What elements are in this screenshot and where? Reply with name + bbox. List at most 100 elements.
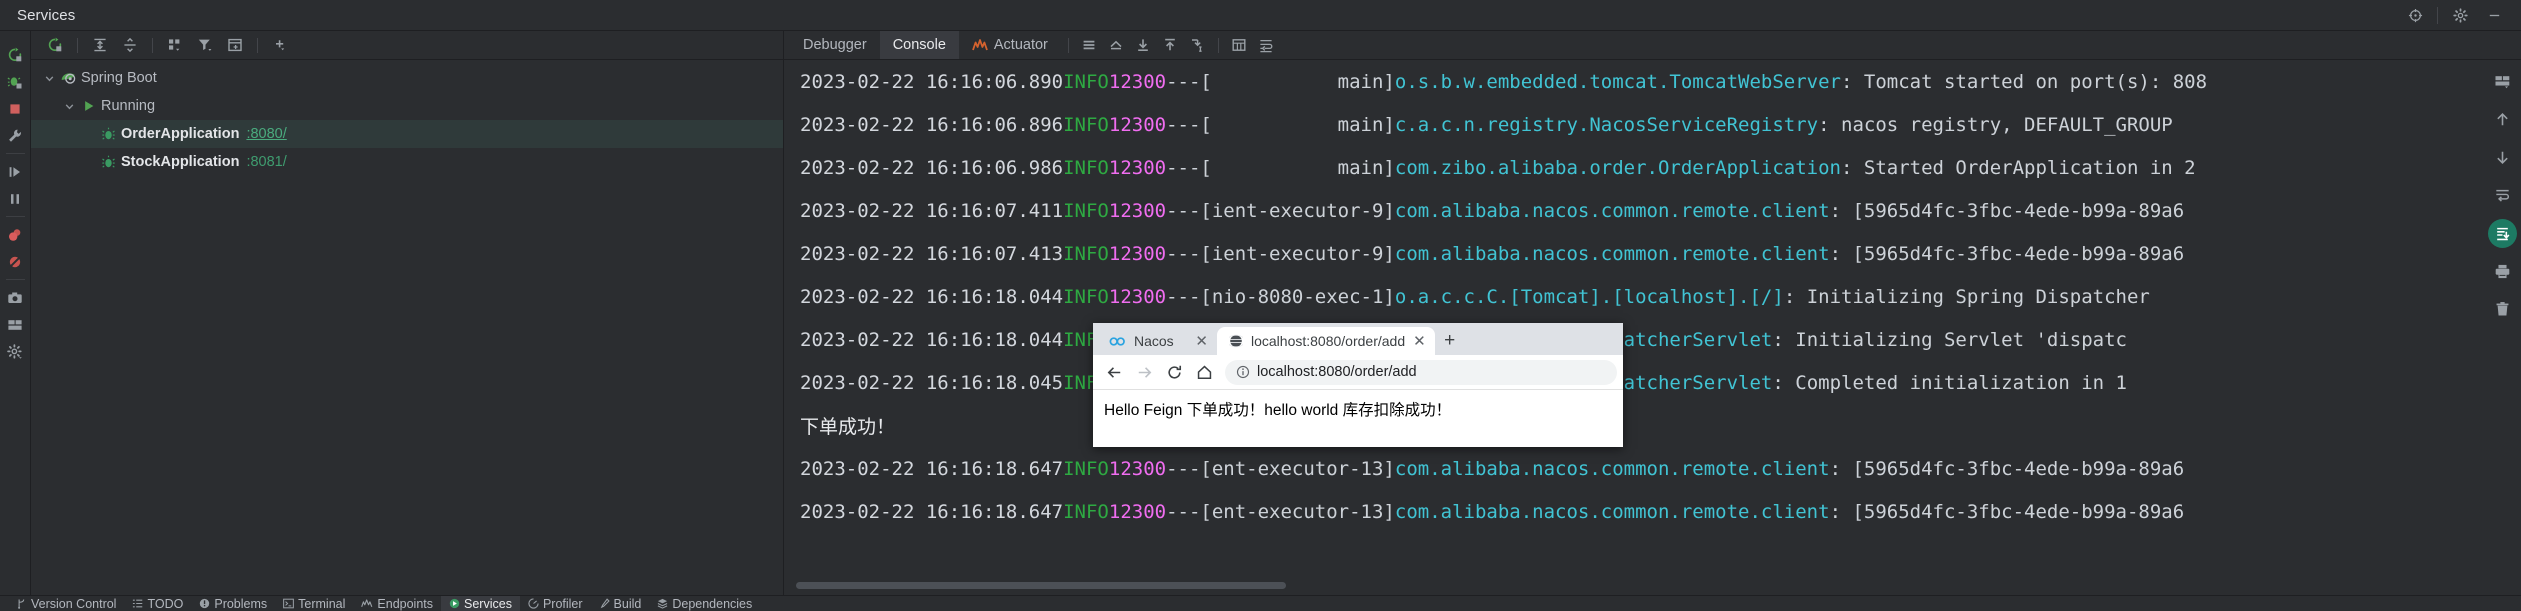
actuator-icon (972, 38, 988, 52)
toolbar-divider (152, 37, 153, 53)
status-bar-item-build[interactable]: Build (591, 596, 650, 611)
rail-divider (5, 216, 25, 217)
console-log-line: 2023-02-22 16:16:06.896 INFO 12300 --- [… (784, 103, 2484, 146)
service-tree-row-label: OrderApplication (121, 126, 240, 142)
status-bar-item-terminal[interactable]: Terminal (275, 596, 353, 611)
filter-icon[interactable] (191, 33, 219, 58)
tab-console[interactable]: Console (879, 31, 959, 59)
console-log-message: : [5965d4fc-3fbc-4ede-b99a-89a6 (1829, 500, 2185, 523)
scrollbar-thumb[interactable] (796, 582, 1286, 589)
service-tree-row-label: StockApplication (121, 154, 240, 170)
tab-actuator[interactable]: Actuator (959, 31, 1061, 59)
close-icon[interactable]: ✕ (1195, 332, 1208, 350)
service-tree-row[interactable]: OrderApplication :8080/ (31, 120, 783, 148)
tab-debugger[interactable]: Debugger (790, 31, 880, 59)
console-log-text: 下单成功！ (800, 416, 896, 438)
soft-wrap-lines-icon[interactable] (2484, 176, 2521, 214)
close-icon[interactable]: ✕ (1413, 332, 1426, 350)
console-log-timestamp: 2023-02-22 16:16:06.896 (800, 113, 1064, 136)
rerun-icon[interactable] (0, 41, 31, 68)
target-icon[interactable] (2398, 0, 2432, 31)
evaluate-table-icon[interactable] (1226, 31, 1253, 59)
back-icon[interactable] (1099, 357, 1129, 387)
chevron-down-icon[interactable] (41, 73, 58, 84)
rerun-service-icon[interactable] (41, 33, 69, 58)
console-log-message: : Initializing Spring Dispatcher (1783, 285, 2150, 308)
layout-settings-icon[interactable] (2484, 62, 2521, 100)
status-bar-item-dependencies[interactable]: Dependencies (649, 596, 760, 611)
gear-icon[interactable] (2443, 0, 2477, 31)
console-log-logger: c.a.c.n.registry.NacosServiceRegistry (1394, 113, 1819, 136)
site-info-icon[interactable] (1236, 365, 1250, 379)
soft-wrap-icon[interactable] (1253, 31, 1280, 59)
console-log-line: 2023-02-22 16:16:18.044 INFO 12300 --- [… (784, 318, 2484, 361)
console-log-pid: 12300 (1108, 113, 1167, 136)
stop-icon[interactable] (0, 95, 31, 122)
log-levels-icon[interactable] (1076, 31, 1103, 59)
status-bar-item-profiler[interactable]: Profiler (520, 596, 591, 611)
address-bar[interactable]: localhost:8080/order/add (1225, 359, 1617, 385)
pause-program-icon[interactable] (0, 185, 31, 212)
debug-icon[interactable] (0, 68, 31, 95)
reload-icon[interactable] (1159, 357, 1189, 387)
service-tree-row[interactable]: Running (31, 92, 783, 120)
console-log-message: : [5965d4fc-3fbc-4ede-b99a-89a6 (1829, 457, 2185, 480)
expand-all-icon[interactable] (86, 33, 114, 58)
console-log-thread: [nio-8080-exec-1] (1200, 285, 1395, 308)
console-log-separator: --- (1166, 113, 1201, 136)
camera-icon[interactable] (0, 284, 31, 311)
mute-breakpoints-icon[interactable] (0, 248, 31, 275)
service-port-link[interactable]: :8080/ (246, 126, 286, 142)
scroll-up-stack-icon[interactable] (1103, 31, 1130, 59)
service-tree-row[interactable]: Spring Boot (31, 64, 783, 92)
resume-program-icon[interactable] (0, 158, 31, 185)
console-horizontal-scrollbar[interactable] (784, 582, 2484, 589)
collapse-all-icon[interactable] (116, 33, 144, 58)
step-up-icon[interactable] (1157, 31, 1184, 59)
show-in-new-window-icon[interactable] (221, 33, 249, 58)
status-bar-item-version-control[interactable]: Version Control (8, 596, 124, 611)
minimize-icon[interactable] (2477, 0, 2511, 31)
console-output[interactable]: 2023-02-22 16:16:06.890 INFO 12300 --- [… (784, 60, 2484, 565)
arrow-down-icon[interactable] (2484, 138, 2521, 176)
settings-icon[interactable] (0, 338, 31, 365)
arrow-up-icon[interactable] (2484, 100, 2521, 138)
view-breakpoints-icon[interactable] (0, 221, 31, 248)
scroll-to-end-badge (2488, 218, 2517, 248)
clear-all-icon[interactable] (2484, 290, 2521, 328)
service-tree-row[interactable]: StockApplication :8081/ (31, 148, 783, 176)
add-service-icon[interactable] (266, 33, 294, 58)
status-bar-item-endpoints[interactable]: Endpoints (353, 596, 441, 611)
spring-bean-icon (98, 127, 119, 142)
console-tabs: Debugger Console Actuator (784, 31, 2521, 60)
browser-tab-order-add-title: localhost:8080/order/add (1251, 333, 1406, 349)
browser-tab-order-add[interactable]: localhost:8080/order/add ✕ (1217, 327, 1435, 355)
browser-tab-nacos[interactable]: Nacos ✕ (1097, 327, 1217, 355)
home-icon[interactable] (1189, 357, 1219, 387)
status-bar-item-services[interactable]: Services (441, 595, 520, 611)
status-bar-item-problems[interactable]: Problems (191, 596, 275, 611)
service-port-link[interactable]: :8081/ (246, 154, 286, 170)
forward-icon[interactable] (1129, 357, 1159, 387)
browser-tab-strip: Nacos ✕ localhost:8080/order/add ✕ + (1093, 323, 1623, 355)
console-log-message: : Tomcat started on port(s): 808 (1841, 70, 2208, 93)
group-by-icon[interactable] (161, 33, 189, 58)
tab-debugger-label: Debugger (803, 37, 867, 53)
console-log-line: 2023-02-22 16:16:18.045 INFO 12300 --- [… (784, 361, 2484, 404)
chevron-down-icon[interactable] (61, 101, 78, 112)
layout-icon[interactable] (0, 311, 31, 338)
scroll-to-end-icon[interactable] (2484, 214, 2521, 252)
console-log-message: : nacos registry, DEFAULT_GROUP (1818, 113, 2173, 136)
console-log-pid: 12300 (1108, 457, 1167, 480)
new-tab-button[interactable]: + (1435, 327, 1465, 355)
console-log-pid: 12300 (1108, 70, 1167, 93)
wrench-icon[interactable] (0, 122, 31, 149)
drop-frame-icon[interactable] (1184, 31, 1211, 59)
rail-divider (5, 279, 25, 280)
console-log-level: INFO (1063, 156, 1109, 179)
step-down-icon[interactable] (1130, 31, 1157, 59)
browser-popup-window[interactable]: Nacos ✕ localhost:8080/order/add ✕ + loc… (1093, 323, 1623, 447)
status-bar-item-todo[interactable]: TODO (124, 596, 191, 611)
print-icon[interactable] (2484, 252, 2521, 290)
console-log-separator: --- (1166, 285, 1201, 308)
